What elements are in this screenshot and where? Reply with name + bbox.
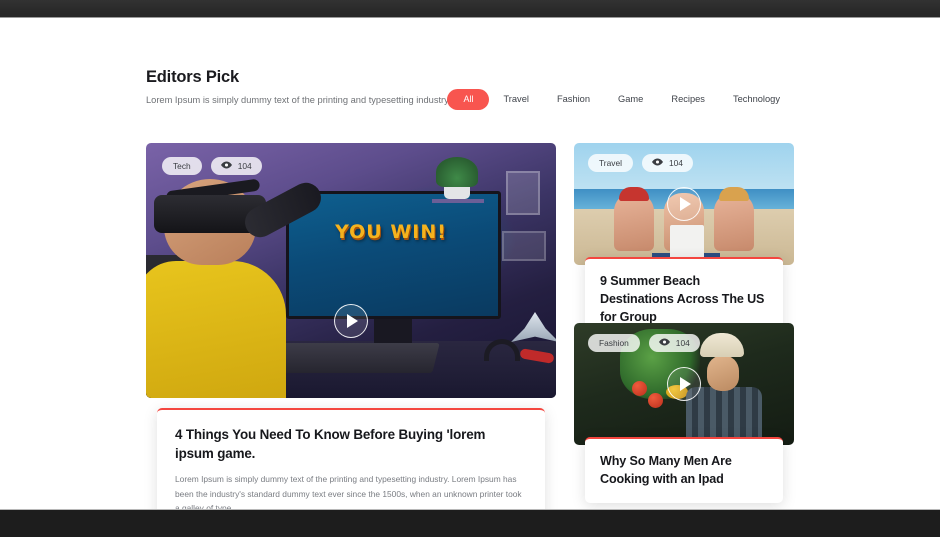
scene-person-1 bbox=[614, 193, 654, 251]
featured-article-thumbnail[interactable]: YOU WIN! Tech bbox=[146, 143, 556, 398]
scene-tomato-1 bbox=[632, 381, 647, 396]
article-grid: YOU WIN! Tech bbox=[146, 143, 794, 499]
featured-views-badge: 104 bbox=[211, 157, 262, 175]
play-icon bbox=[347, 314, 358, 328]
side-play-button-travel[interactable] bbox=[667, 187, 701, 221]
side-views-badge-travel: 104 bbox=[642, 154, 693, 172]
eye-icon bbox=[652, 158, 663, 168]
side-category-badge-travel[interactable]: Travel bbox=[588, 154, 633, 172]
scene-person-3 bbox=[714, 193, 754, 251]
scene-wall-frame-a bbox=[506, 171, 540, 215]
scene-wall-frame-b bbox=[502, 231, 546, 261]
browser-bottom-bar bbox=[0, 509, 940, 537]
scene-chef-face bbox=[707, 355, 739, 391]
scene-person-body bbox=[146, 261, 286, 398]
scene-tomato-2 bbox=[648, 393, 663, 408]
featured-views-count: 104 bbox=[238, 161, 252, 171]
featured-badges: Tech 104 bbox=[162, 157, 262, 175]
side-views-count-fashion: 104 bbox=[676, 338, 690, 348]
scene-shelf bbox=[432, 199, 484, 203]
side-article-text-panel-fashion: Why So Many Men Are Cooking with an Ipad bbox=[585, 437, 783, 503]
scene-game-ship bbox=[511, 312, 556, 342]
section-header: Editors Pick Lorem Ipsum is simply dummy… bbox=[146, 67, 794, 109]
scene-monitor bbox=[286, 191, 501, 319]
scene-plant bbox=[436, 157, 478, 187]
scene-hat-2 bbox=[719, 187, 749, 201]
eye-icon bbox=[659, 338, 670, 348]
page-canvas: Editors Pick Lorem Ipsum is simply dummy… bbox=[0, 19, 940, 508]
side-views-count-travel: 104 bbox=[669, 158, 683, 168]
tab-recipes[interactable]: Recipes bbox=[657, 89, 719, 110]
side-badges-travel: Travel 104 bbox=[588, 154, 693, 172]
play-icon bbox=[680, 377, 691, 391]
featured-category-badge[interactable]: Tech bbox=[162, 157, 202, 175]
scene-hat-1 bbox=[619, 187, 649, 201]
side-article-thumbnail-travel[interactable]: Travel 104 bbox=[574, 143, 794, 265]
side-views-badge-fashion: 104 bbox=[649, 334, 700, 352]
tab-all[interactable]: All bbox=[447, 89, 489, 110]
scene-monitor-stand bbox=[374, 319, 412, 343]
featured-article-card[interactable]: YOU WIN! Tech bbox=[146, 143, 556, 498]
side-article-title-fashion[interactable]: Why So Many Men Are Cooking with an Ipad bbox=[600, 452, 768, 488]
browser-top-bar bbox=[0, 0, 940, 18]
featured-play-button[interactable] bbox=[334, 304, 368, 338]
scene-beach-table bbox=[670, 225, 704, 259]
side-badges-fashion: Fashion 104 bbox=[588, 334, 700, 352]
featured-article-title[interactable]: 4 Things You Need To Know Before Buying … bbox=[175, 425, 527, 463]
tab-game[interactable]: Game bbox=[604, 89, 657, 110]
side-play-button-fashion[interactable] bbox=[667, 367, 701, 401]
tab-technology[interactable]: Technology bbox=[719, 89, 794, 110]
scene-game-text: YOU WIN! bbox=[296, 221, 486, 243]
page-title: Editors Pick bbox=[146, 67, 794, 87]
side-category-badge-fashion[interactable]: Fashion bbox=[588, 334, 640, 352]
side-article-title-travel[interactable]: 9 Summer Beach Destinations Across The U… bbox=[600, 272, 768, 326]
scene-chef-hat bbox=[700, 333, 744, 357]
category-tabs: All Travel Fashion Game Recipes Technolo… bbox=[447, 89, 794, 110]
eye-icon bbox=[221, 161, 232, 171]
tab-fashion[interactable]: Fashion bbox=[543, 89, 604, 110]
side-article-thumbnail-fashion[interactable]: Fashion 104 bbox=[574, 323, 794, 445]
tab-travel[interactable]: Travel bbox=[489, 89, 543, 110]
play-icon bbox=[680, 197, 691, 211]
